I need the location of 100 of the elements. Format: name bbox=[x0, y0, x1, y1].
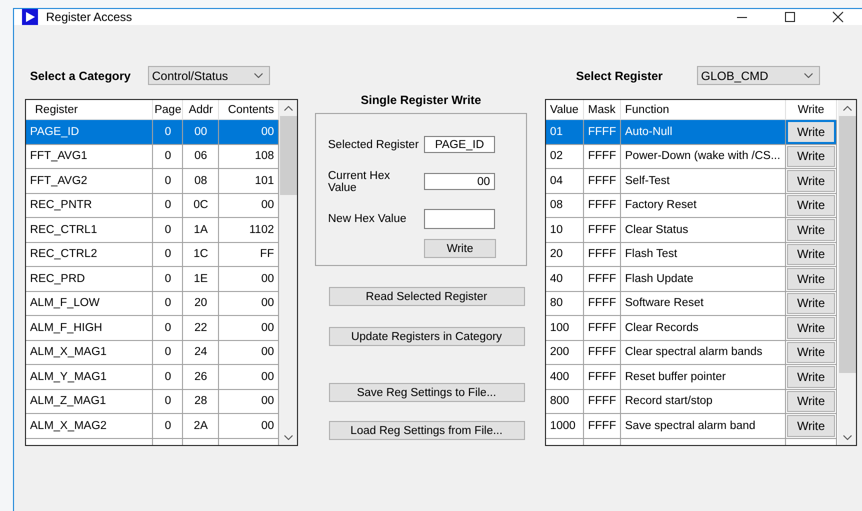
function-row[interactable]: 04 FFFF Self-Test Write bbox=[546, 169, 838, 194]
input-field[interactable]: 00 bbox=[424, 173, 495, 190]
vertical-scrollbar[interactable] bbox=[279, 100, 297, 445]
register-row[interactable]: FFT_AVG2 0 08 101 bbox=[26, 169, 279, 194]
function-row[interactable]: 02 FFFF Power-Down (wake with /CS... Write bbox=[546, 144, 838, 169]
table-cell: FFFF bbox=[584, 340, 621, 365]
input-field[interactable] bbox=[424, 208, 495, 228]
table-cell: 0 bbox=[153, 169, 184, 194]
scroll-thumb[interactable] bbox=[838, 116, 856, 374]
table-cell: 400 bbox=[546, 365, 584, 390]
table-cell: 0 bbox=[153, 267, 184, 292]
table-cell: 00 bbox=[219, 120, 279, 144]
write-button[interactable]: Write bbox=[787, 146, 835, 167]
table-cell: FFFF bbox=[584, 267, 621, 292]
register-row[interactable]: REC_CTRL2 0 1C FF bbox=[26, 242, 279, 267]
table-cell: REC_CTRL2 bbox=[26, 242, 154, 267]
register-label: Select Register bbox=[576, 68, 664, 82]
write-button[interactable]: Write bbox=[787, 317, 835, 338]
table-cell: 40 bbox=[546, 267, 584, 292]
table-cell: 2A bbox=[183, 414, 220, 438]
close-icon[interactable] bbox=[832, 11, 844, 23]
table-cell: 1A bbox=[183, 218, 220, 242]
write-button[interactable]: Write bbox=[787, 342, 835, 363]
table-cell: 26 bbox=[183, 365, 220, 390]
write-button[interactable]: Write bbox=[787, 390, 835, 412]
table-cell: 1000 bbox=[546, 414, 584, 438]
table-cell: ALM_Z_MAG1 bbox=[26, 390, 154, 414]
table-cell: 1C bbox=[183, 242, 220, 267]
register-dropdown[interactable]: GLOB_CMD bbox=[697, 66, 820, 85]
table-cell: FFFF bbox=[584, 365, 621, 390]
function-row[interactable]: 20 FFFF Flash Test Write bbox=[546, 242, 838, 267]
table-cell: ALM_F_HIGH bbox=[26, 316, 154, 340]
function-row[interactable]: 100 FFFF Clear Records Write bbox=[546, 316, 838, 340]
register-row[interactable]: ALM_X_MAG2 0 2A 00 bbox=[26, 414, 279, 438]
function-row[interactable]: 800 FFFF Record start/stop Write bbox=[546, 390, 838, 414]
register-row[interactable]: ALM_F_LOW 0 20 00 bbox=[26, 292, 279, 316]
function-row[interactable]: 40 FFFF Flash Update Write bbox=[546, 267, 838, 292]
function-row[interactable]: 200 FFFF Clear spectral alarm bands Write bbox=[546, 340, 838, 365]
chevron-down-icon bbox=[804, 73, 813, 78]
register-row[interactable]: ALM_Y_MAG1 0 26 00 bbox=[26, 365, 279, 390]
action-button[interactable]: Read Selected Register bbox=[328, 287, 524, 306]
table-cell: 28 bbox=[183, 390, 220, 414]
chevron-up-icon[interactable] bbox=[842, 106, 852, 111]
function-row[interactable]: 01 FFFF Auto-Null Write bbox=[546, 120, 838, 144]
table-cell: 0 bbox=[153, 194, 184, 218]
table-cell: REC_CTRL1 bbox=[26, 218, 154, 242]
table-cell: 01 bbox=[546, 120, 584, 144]
function-row[interactable]: 400 FFFF Reset buffer pointer Write bbox=[546, 365, 838, 390]
write-button[interactable]: Write bbox=[787, 268, 835, 290]
maximize-icon[interactable] bbox=[784, 11, 796, 23]
register-row[interactable]: REC_PRD 0 1E 00 bbox=[26, 267, 279, 292]
register-row[interactable]: REC_CTRL1 0 1A 1102 bbox=[26, 218, 279, 242]
write-button[interactable]: Write bbox=[787, 194, 835, 216]
table-cell: ALM_X_MAG2 bbox=[26, 414, 154, 438]
function-row[interactable]: 80 FFFF Software Reset Write bbox=[546, 292, 838, 316]
table-cell: FFFF bbox=[584, 390, 621, 414]
write-button[interactable]: Write bbox=[424, 239, 496, 258]
write-button[interactable]: Write bbox=[787, 121, 835, 142]
table-cell: 0 bbox=[153, 120, 184, 144]
action-button[interactable]: Load Reg Settings from File... bbox=[328, 421, 524, 440]
input-field[interactable]: PAGE_ID bbox=[424, 136, 495, 153]
register-row[interactable]: ALM_Z_MAG1 0 28 00 bbox=[26, 390, 279, 414]
vertical-scrollbar[interactable] bbox=[838, 100, 856, 445]
table-cell: 0C bbox=[183, 194, 220, 218]
table-cell: 08 bbox=[183, 169, 220, 194]
table-cell: 800 bbox=[546, 390, 584, 414]
field-label: Current Hex Value bbox=[328, 170, 391, 194]
register-row[interactable]: REC_PNTR 0 0C 00 bbox=[26, 194, 279, 218]
table-cell: 22 bbox=[183, 316, 220, 340]
table-cell: REC_PRD bbox=[26, 267, 154, 292]
write-button[interactable]: Write bbox=[787, 415, 835, 436]
category-dropdown[interactable]: Control/Status bbox=[148, 66, 270, 85]
register-row[interactable]: ALM_F_HIGH 0 22 00 bbox=[26, 316, 279, 340]
chevron-up-icon[interactable] bbox=[284, 106, 292, 111]
write-button[interactable]: Write bbox=[787, 244, 835, 265]
table-cell: 0 bbox=[153, 316, 184, 340]
table-cell: 20 bbox=[546, 242, 584, 267]
chevron-down-icon[interactable] bbox=[284, 435, 292, 440]
write-button[interactable]: Write bbox=[787, 292, 835, 314]
write-button[interactable]: Write bbox=[787, 219, 835, 240]
write-button[interactable]: Write bbox=[787, 170, 835, 192]
table-cell: 1E bbox=[183, 267, 220, 292]
section-title: Single Register Write bbox=[360, 93, 482, 109]
action-button[interactable]: Save Reg Settings to File... bbox=[328, 383, 524, 402]
chevron-down-icon[interactable] bbox=[842, 435, 852, 440]
function-row[interactable]: 10 FFFF Clear Status Write bbox=[546, 218, 838, 242]
field-label: New Hex Value bbox=[328, 212, 408, 224]
table-cell: REC_PNTR bbox=[26, 194, 154, 218]
function-row[interactable]: 1000 FFFF Save spectral alarm band Write bbox=[546, 414, 838, 438]
register-row[interactable]: PAGE_ID 0 00 00 bbox=[26, 120, 279, 144]
table-cell: ALM_Y_MAG1 bbox=[26, 365, 154, 390]
function-row[interactable]: 08 FFFF Factory Reset Write bbox=[546, 194, 838, 218]
register-row[interactable]: FFT_AVG1 0 06 108 bbox=[26, 144, 279, 169]
table-cell: 06 bbox=[183, 144, 220, 169]
register-row[interactable]: ALM_X_MAG1 0 24 00 bbox=[26, 340, 279, 365]
table-cell: 0 bbox=[153, 144, 184, 169]
table-cell: FFFF bbox=[584, 292, 621, 316]
write-button[interactable]: Write bbox=[787, 366, 835, 388]
scroll-thumb[interactable] bbox=[280, 116, 296, 194]
action-button[interactable]: Update Registers in Category bbox=[328, 327, 524, 346]
